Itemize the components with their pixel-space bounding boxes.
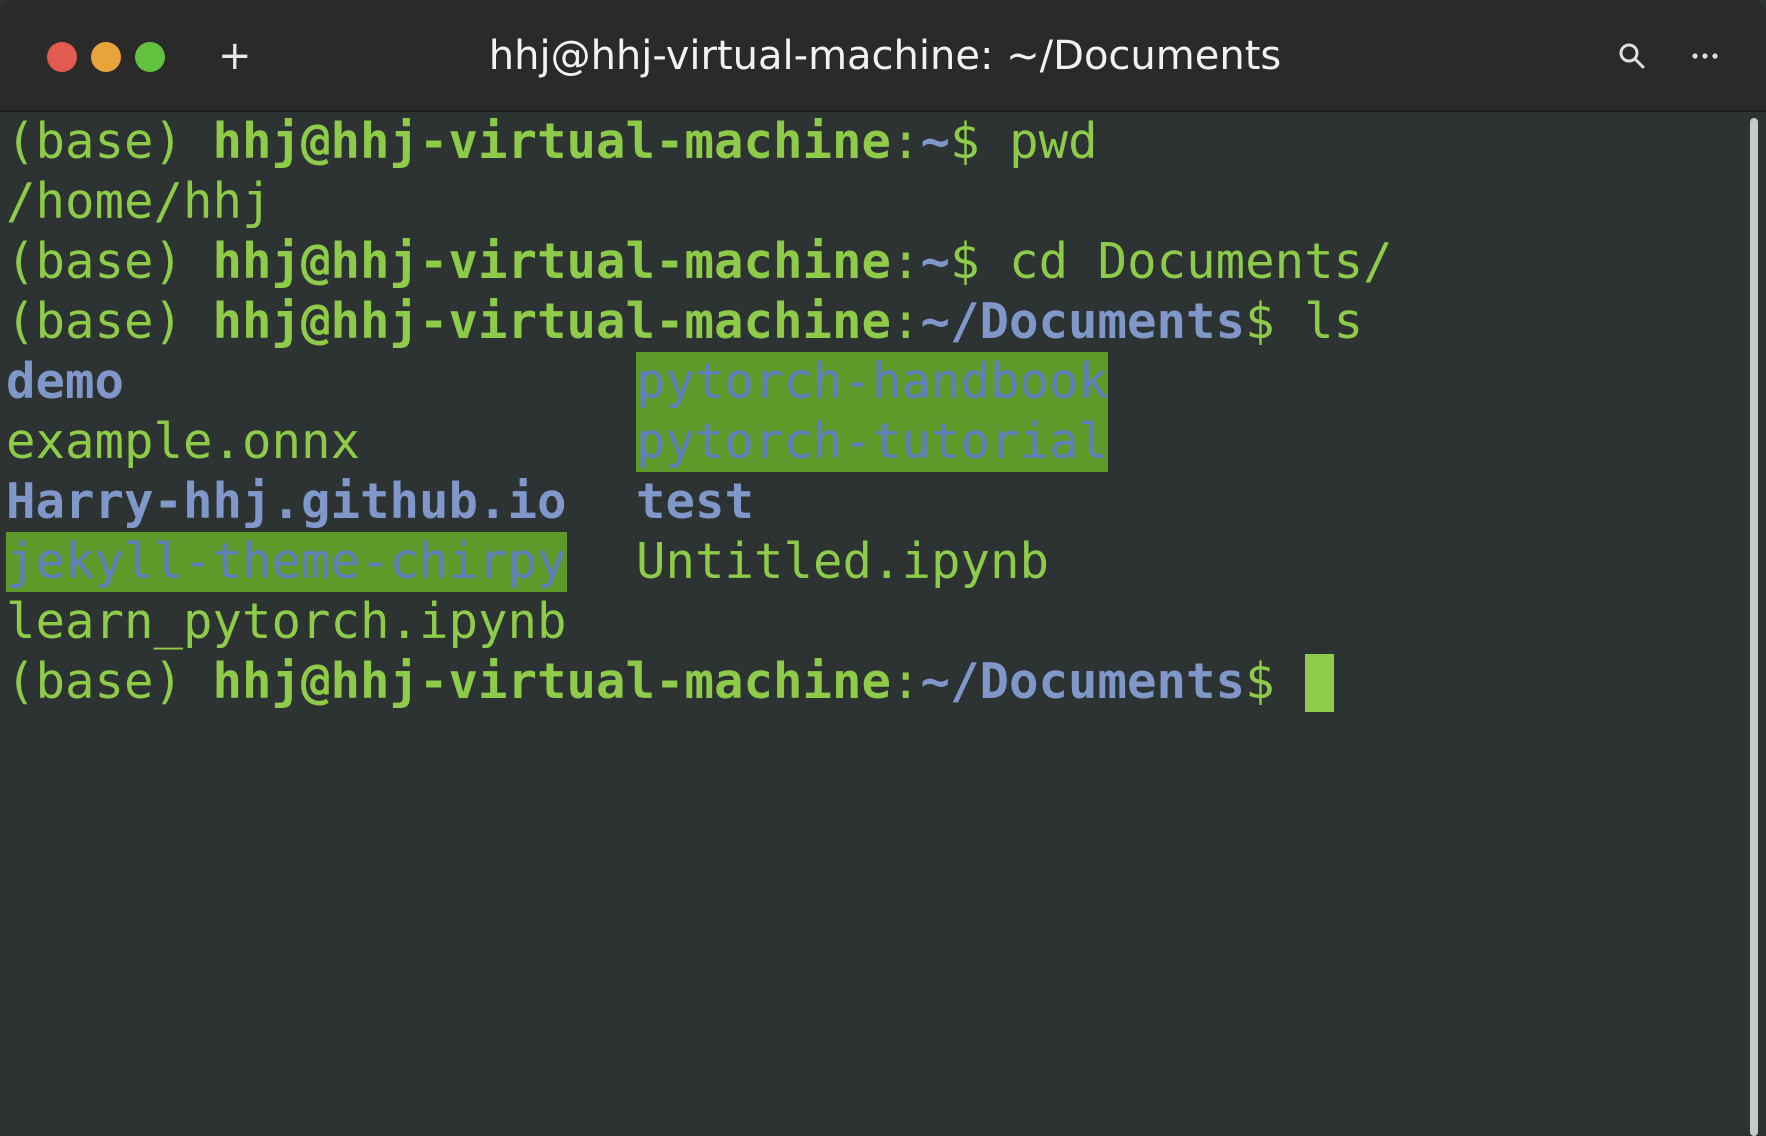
command-text: cd Documents/ <box>1009 233 1393 290</box>
command-output: /home/hhj <box>6 173 272 230</box>
terminal-window: + hhj@hhj-virtual-machine: ~/Documents (… <box>0 0 1766 1136</box>
conda-env-label: (base) <box>6 653 213 710</box>
search-icon[interactable] <box>1616 40 1648 72</box>
prompt-separator: : <box>891 233 921 290</box>
user-host: hhj@hhj-virtual-machine <box>212 233 892 290</box>
output-line: /home/hhj <box>6 172 1746 232</box>
ls-row: learn_pytorch.ipynb <box>6 592 1746 652</box>
prompt-path: ~/Documents <box>920 653 1246 710</box>
terminal-output[interactable]: (base) hhj@hhj-virtual-machine:~$ pwd /h… <box>6 112 1746 1136</box>
prompt-symbol: $ <box>950 233 1010 290</box>
window-title: hhj@hhj-virtual-machine: ~/Documents <box>488 33 1282 79</box>
scrollbar[interactable] <box>1750 118 1758 1136</box>
ls-entry-file: example.onnx <box>6 413 361 470</box>
prompt-separator: : <box>891 113 921 170</box>
conda-env-label: (base) <box>6 293 213 350</box>
maximize-button[interactable] <box>135 42 165 72</box>
active-prompt-line[interactable]: (base) hhj@hhj-virtual-machine:~/Documen… <box>6 652 1746 712</box>
ls-row: jekyll-theme-chirpy Untitled.ipynb <box>6 532 1746 592</box>
prompt-path: ~ <box>920 113 951 170</box>
ls-row: example.onnx pytorch-tutorial <box>6 412 1746 472</box>
user-host: hhj@hhj-virtual-machine <box>212 113 892 170</box>
ls-entry-directory-highlighted: jekyll-theme-chirpy <box>6 532 567 592</box>
prompt-path: ~/Documents <box>920 293 1246 350</box>
prompt-symbol: $ <box>1245 293 1305 350</box>
ls-row: Harry-hhj.github.io test <box>6 472 1746 532</box>
ls-entry-directory-highlighted: pytorch-handbook <box>636 352 1109 412</box>
command-text: pwd <box>1009 113 1098 170</box>
text-cursor[interactable] <box>1304 654 1334 712</box>
ls-entry-directory-highlighted: pytorch-tutorial <box>636 412 1109 472</box>
conda-env-label: (base) <box>6 233 213 290</box>
prompt-separator: : <box>891 293 921 350</box>
ls-entry-file: learn_pytorch.ipynb <box>6 593 567 650</box>
close-button[interactable] <box>47 42 77 72</box>
ls-entry-file: Untitled.ipynb <box>636 533 1050 590</box>
user-host: hhj@hhj-virtual-machine <box>212 293 892 350</box>
command-text: ls <box>1304 293 1364 350</box>
prompt-line: (base) hhj@hhj-virtual-machine:~/Documen… <box>6 292 1746 352</box>
ls-entry-directory: Harry-hhj.github.io <box>6 473 567 530</box>
ellipsis-icon[interactable] <box>1688 40 1722 72</box>
minimize-button[interactable] <box>91 42 121 72</box>
prompt-symbol: $ <box>1245 653 1275 710</box>
ls-entry-directory: test <box>636 473 755 530</box>
title-bar[interactable]: + hhj@hhj-virtual-machine: ~/Documents <box>0 0 1766 112</box>
prompt-line: (base) hhj@hhj-virtual-machine:~$ cd Doc… <box>6 232 1746 292</box>
prompt-separator: : <box>891 653 921 710</box>
conda-env-label: (base) <box>6 113 213 170</box>
prompt-path: ~ <box>920 233 951 290</box>
new-tab-button[interactable]: + <box>218 36 252 76</box>
prompt-line: (base) hhj@hhj-virtual-machine:~$ pwd <box>6 112 1746 172</box>
user-host: hhj@hhj-virtual-machine <box>212 653 892 710</box>
prompt-symbol: $ <box>950 113 1010 170</box>
ls-row: demo pytorch-handbook <box>6 352 1746 412</box>
ls-entry-directory: demo <box>6 353 125 410</box>
